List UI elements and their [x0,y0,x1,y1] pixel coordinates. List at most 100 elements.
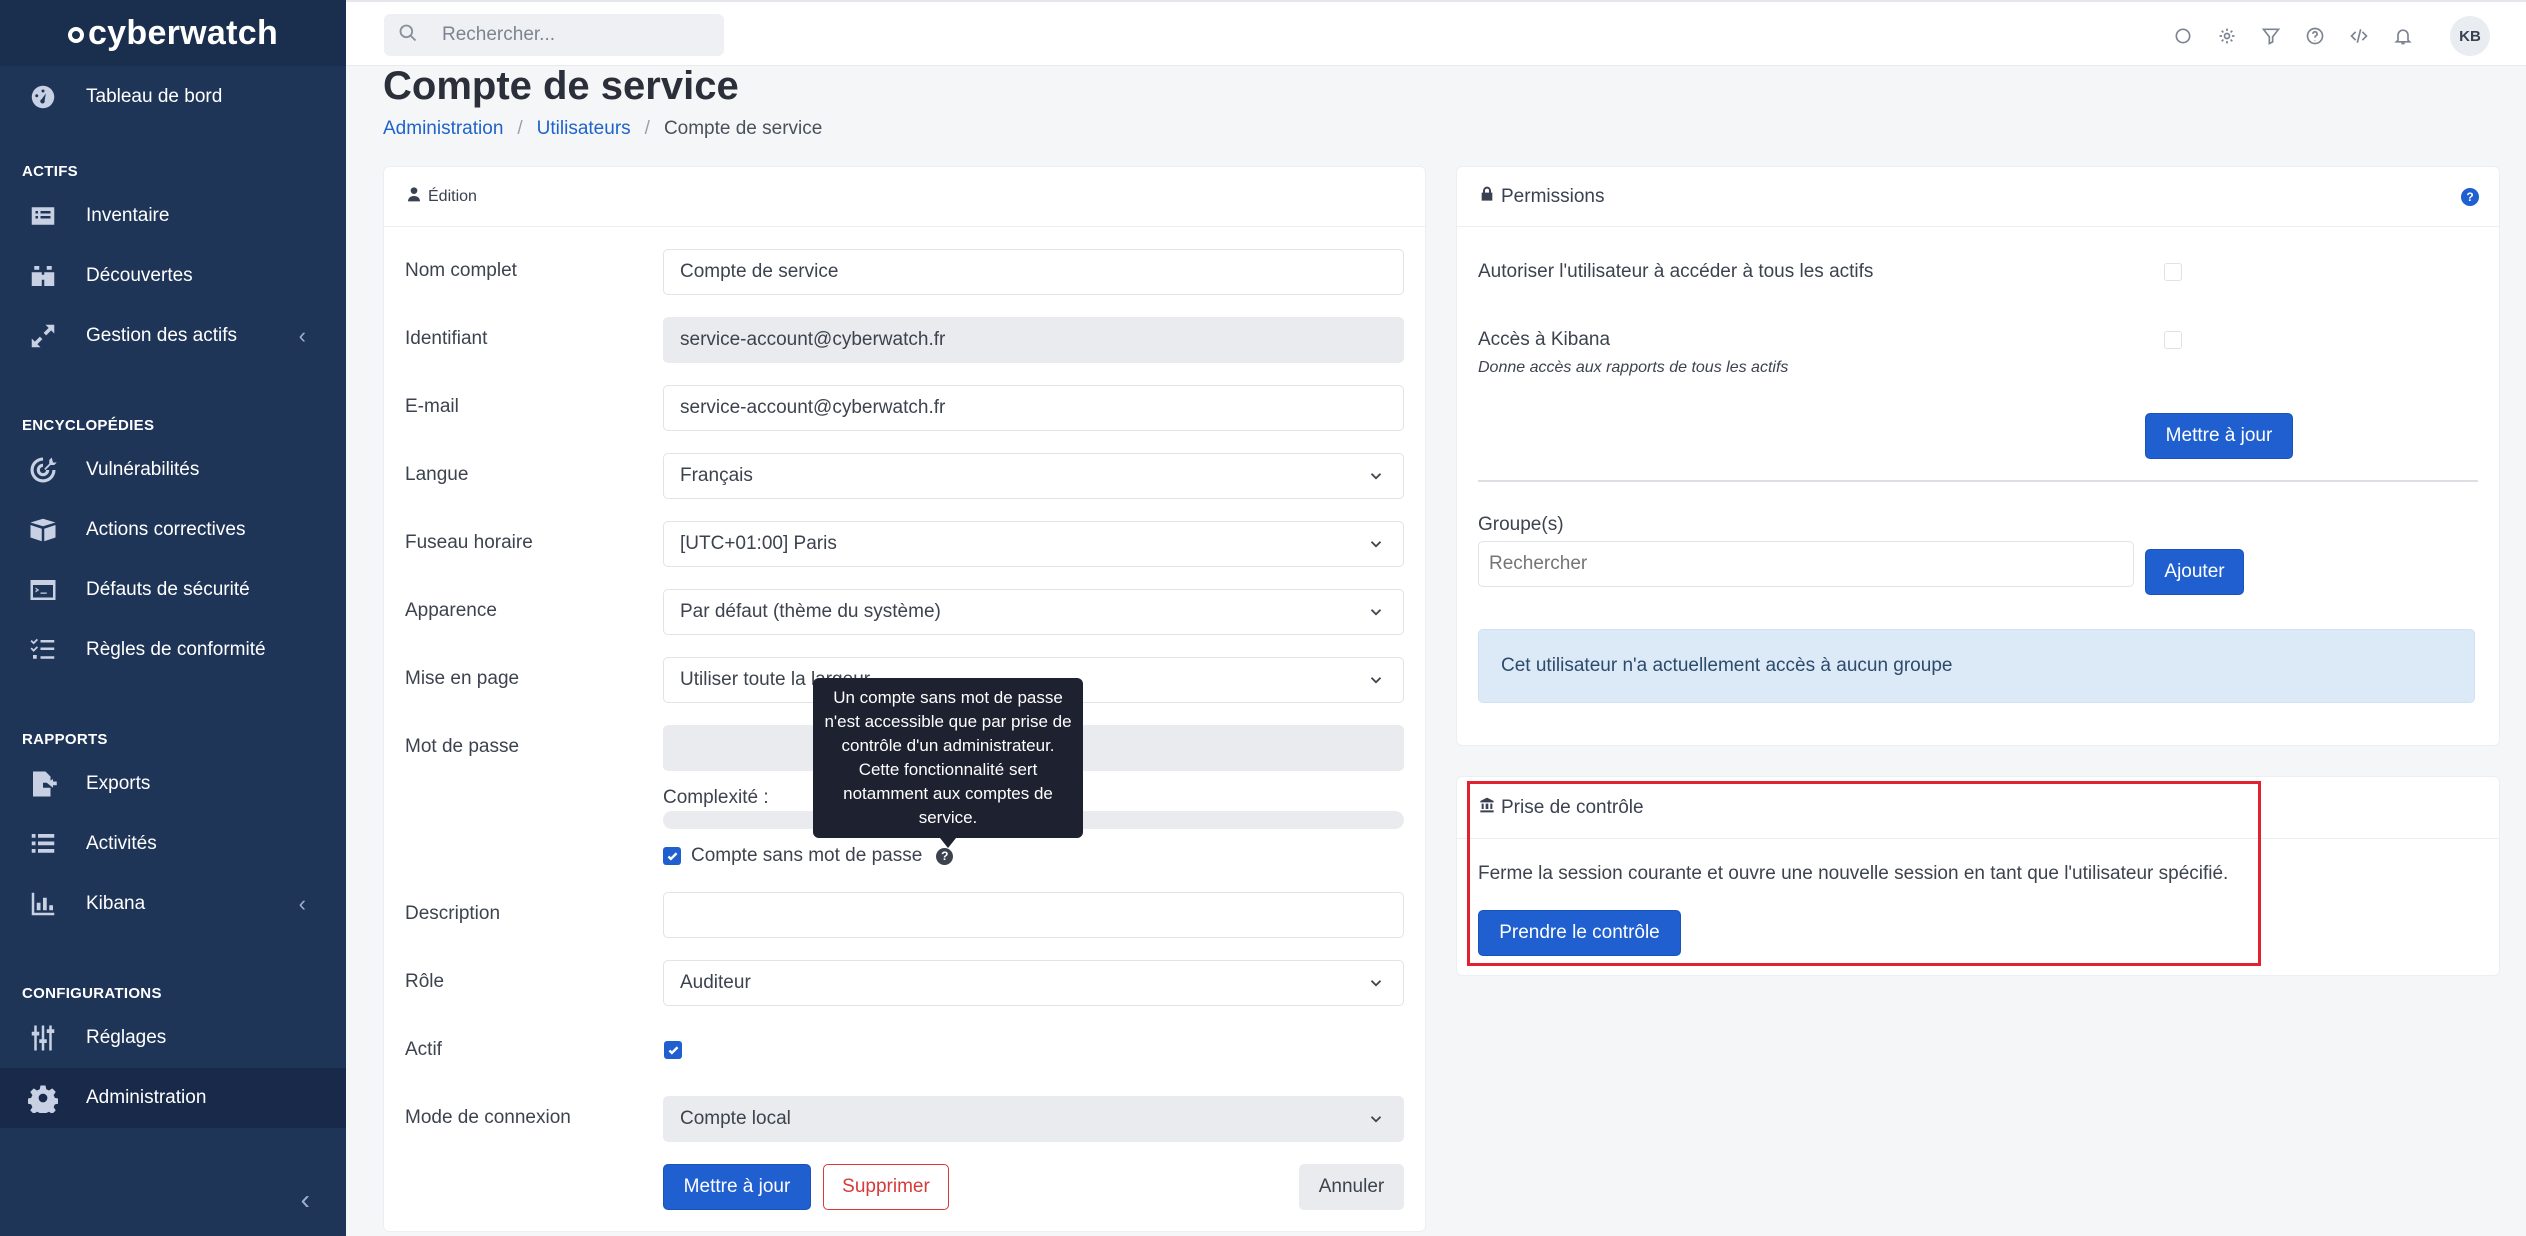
box-icon [28,515,58,545]
breadcrumb-separator: / [517,118,523,139]
chevron-down-icon [1367,467,1385,485]
topbar-icons: KB [2172,16,2490,56]
groups-add-button[interactable]: Ajouter [2145,549,2244,595]
permissions-help-icon[interactable]: ? [2461,187,2479,206]
sidebar-item-label: Découvertes [86,265,193,286]
sidebar-item-activites[interactable]: Activités [0,814,346,874]
sidebar-item-gestion-actifs[interactable]: Gestion des actifs ‹ [0,306,346,366]
sidebar-item-dashboard[interactable]: Tableau de bord [0,66,346,128]
terminal-icon [28,575,58,605]
kibana-access-label: Accès à Kibana [1478,329,1611,350]
login-mode-label: Mode de connexion [405,1107,571,1128]
passwordless-label: Compte sans mot de passe [691,845,923,866]
sidebar-item-exports[interactable]: Exports [0,754,346,814]
sidebar-item-label: Règles de conformité [86,639,266,660]
sidebar-item-label: Vulnérabilités [86,459,200,480]
sidebar-item-label: Réglages [86,1027,167,1048]
description-input[interactable] [663,892,1404,938]
language-label: Langue [405,464,469,485]
checklist-icon [28,635,58,665]
update-button[interactable]: Mettre à jour [663,1164,811,1210]
list-icon [28,201,58,231]
permissions-card-header: Permissions ? [1457,167,2499,227]
passwordless-tooltip: Un compte sans mot de passe n'est access… [813,678,1083,848]
chart-icon [28,889,58,919]
all-assets-checkbox[interactable] [2164,263,2182,281]
status-circle-icon[interactable] [2172,25,2194,47]
chevron-down-icon [1367,1110,1385,1128]
file-export-icon [28,769,58,799]
brand-logo[interactable]: cyberwatch [0,0,346,66]
edition-card-header: Édition [384,167,1425,227]
kibana-access-hint: Donne accès aux rapports de tous les act… [1478,359,1789,376]
timezone-label: Fuseau horaire [405,532,533,553]
code-icon[interactable] [2348,25,2370,47]
chevron-down-icon [1367,535,1385,553]
help-icon[interactable] [2304,25,2326,47]
brand-name: cyberwatch [87,13,279,52]
chevron-down-icon [1367,974,1385,992]
fullname-input[interactable]: Compte de service [663,249,1404,295]
role-value: Auditeur [680,972,751,993]
sidebar-item-actions-correctives[interactable]: Actions correctives [0,500,346,560]
sidebar-nav: Tableau de bord ACTIFS Inventaire Découv… [0,66,346,1128]
dashboard-icon [28,82,58,112]
cancel-button[interactable]: Annuler [1299,1164,1404,1210]
chevron-left-icon[interactable]: ‹ [299,323,306,349]
active-label: Actif [405,1039,442,1060]
sidebar-item-label: Inventaire [86,205,170,226]
groups-label: Groupe(s) [1478,514,1564,535]
timezone-select[interactable]: [UTC+01:00] Paris [663,521,1404,567]
settings-icon[interactable] [2216,25,2238,47]
appearance-select[interactable]: Par défaut (thème du système) [663,589,1404,635]
sidebar-item-label: Défauts de sécurité [86,579,250,600]
page-title: Compte de service [383,64,739,108]
language-select[interactable]: Français [663,453,1404,499]
section-rapports: RAPPORTS [22,731,108,748]
delete-button[interactable]: Supprimer [823,1164,949,1210]
permissions-update-button[interactable]: Mettre à jour [2145,413,2293,459]
sidebar-item-label: Tableau de bord [86,86,223,107]
breadcrumb-separator: / [644,118,650,139]
sidebar-item-kibana[interactable]: Kibana ‹ [0,874,346,934]
binoculars-icon [28,261,58,291]
passwordless-checkbox[interactable] [663,847,681,865]
chevron-left-icon[interactable]: ‹ [299,891,306,917]
sidebar-item-reglages[interactable]: Réglages [0,1008,346,1068]
divider [1478,480,2478,482]
active-checkbox[interactable] [664,1041,682,1059]
sidebar-item-defauts-securite[interactable]: Défauts de sécurité [0,560,346,620]
chevron-down-icon [1367,603,1385,621]
search-input[interactable] [442,24,702,46]
sidebar-item-administration[interactable]: Administration [0,1068,346,1128]
sidebar-item-label: Kibana [86,893,146,914]
gear-icon [28,1083,58,1113]
kibana-access-checkbox[interactable] [2164,331,2182,349]
sidebar-item-vulnerabilites[interactable]: Vulnérabilités [0,440,346,500]
lock-icon [1479,186,1501,207]
email-input[interactable]: service-account@cyberwatch.fr [663,385,1404,431]
global-search[interactable] [384,14,724,56]
breadcrumb-utilisateurs[interactable]: Utilisateurs [537,118,631,140]
question-icon[interactable]: ? [936,847,954,865]
sidebar-item-label: Actions correctives [86,519,246,540]
groups-search-input[interactable] [1478,541,2134,587]
sidebar: cyberwatch Tableau de bord ACTIFS Invent… [0,0,346,1236]
sidebar-item-inventaire[interactable]: Inventaire [0,186,346,246]
sidebar-item-decouvertes[interactable]: Découvertes [0,246,346,306]
complexity-label: Complexité : [663,787,769,808]
role-select[interactable]: Auditeur [663,960,1404,1006]
sidebar-item-label: Activités [86,833,157,854]
sidebar-collapse-button[interactable]: ‹ [301,1184,310,1216]
sidebar-item-label: Administration [86,1087,207,1108]
target-icon [28,455,58,485]
bell-icon[interactable] [2392,25,2414,47]
appearance-value: Par défaut (thème du système) [680,601,941,622]
edition-card-title: Édition [428,187,477,205]
sidebar-item-regles-conformite[interactable]: Règles de conformité [0,620,346,680]
avatar[interactable]: KB [2450,16,2490,56]
breadcrumb-administration[interactable]: Administration [383,118,503,140]
chevron-down-icon [1367,671,1385,689]
language-value: Français [680,465,753,486]
filter-icon[interactable] [2260,25,2282,47]
